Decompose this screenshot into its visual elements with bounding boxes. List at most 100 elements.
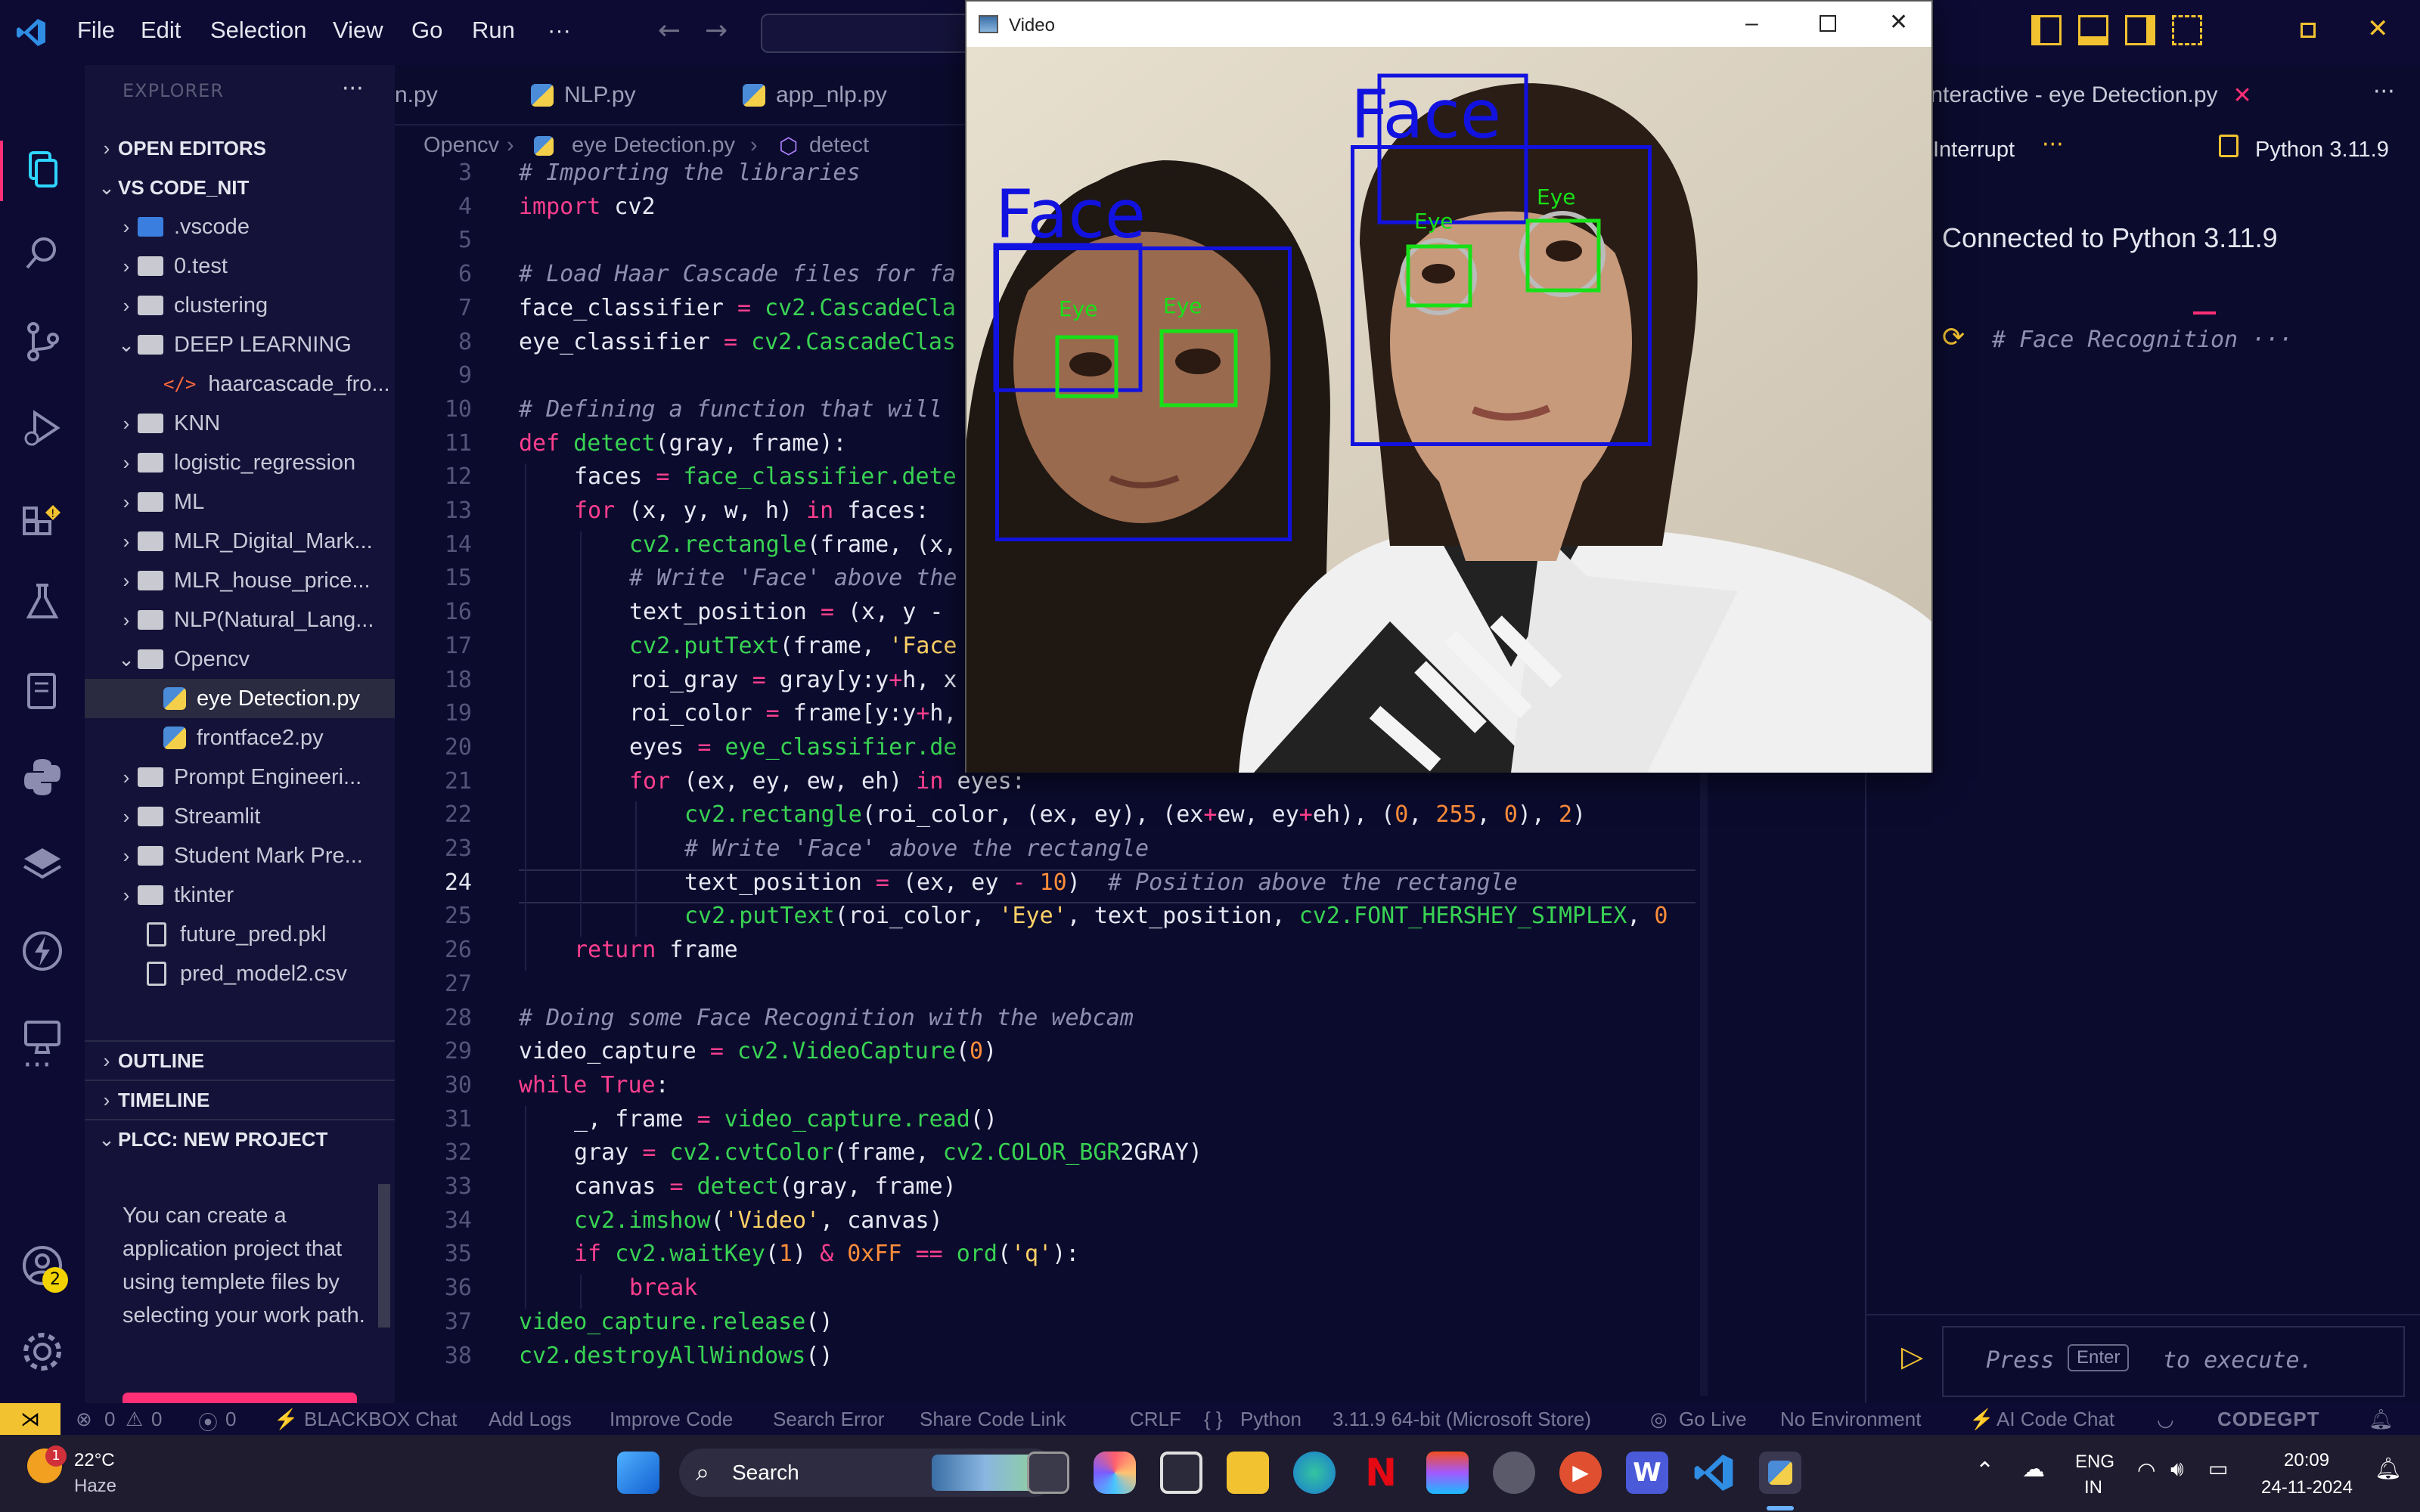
wifi-icon[interactable]: ◠ [2137, 1458, 2155, 1483]
maximize-icon[interactable] [1820, 15, 1836, 32]
plcc-button-edge[interactable] [123, 1393, 357, 1403]
section-outline[interactable]: › OUTLINE [85, 1040, 395, 1080]
code-line[interactable]: 29 video_capture = cv2.VideoCapture(0) [395, 1038, 1696, 1072]
minimize-icon[interactable]: – [1745, 11, 1758, 36]
code-line[interactable]: 27 [395, 971, 1696, 1005]
toggle-panel-icon[interactable] [2078, 15, 2108, 45]
kernel-picker[interactable]: Python 3.11.9 [2255, 138, 2389, 163]
layers-icon[interactable] [20, 842, 65, 888]
interactive-input[interactable]: Press Enter to execute. [1942, 1326, 2405, 1397]
ai-code-chat[interactable]: AI Code Chat [1996, 1408, 2114, 1431]
explorer-more-icon[interactable]: ··· [342, 76, 364, 102]
show-hidden-icons-chevron-icon[interactable]: ⌃ [1975, 1458, 1994, 1484]
add-logs[interactable]: Add Logs [489, 1408, 572, 1431]
tab-editor[interactable]: n.py [395, 65, 508, 125]
source-control-icon[interactable] [20, 319, 65, 364]
microsoft-store-icon[interactable] [1160, 1452, 1202, 1494]
menu-more[interactable]: ··· [548, 17, 571, 44]
close-tab-icon[interactable]: ✕ [2233, 82, 2252, 109]
sidebar-scrollbar[interactable] [378, 1184, 390, 1328]
tree-item-active-file[interactable]: eye Detection.py [85, 679, 395, 718]
command-center-search[interactable] [761, 14, 973, 53]
code-line[interactable]: 23 # Write 'Face' above the rectangle [395, 835, 1696, 869]
environment[interactable]: No Environment [1780, 1408, 1921, 1431]
clock-time[interactable]: 20:09 [2284, 1450, 2329, 1471]
tree-item-folder-open[interactable]: ⌄ DEEP LEARNING [85, 325, 395, 364]
taskbar-search[interactable]: ⌕ Search [679, 1448, 1057, 1497]
vscode-taskbar-icon[interactable] [1692, 1452, 1735, 1494]
code-line[interactable]: 32 gray = cv2.cvtColor(frame, cv2.COLOR_B… [395, 1139, 1696, 1174]
media-player-icon[interactable]: ▶ [1559, 1452, 1602, 1494]
blackbox-chat[interactable]: BLACKBOX Chat [304, 1408, 457, 1431]
section-open-editors[interactable]: › OPEN EDITORS [85, 129, 395, 168]
tree-item-folder-open[interactable]: ⌄ Opencv [85, 640, 395, 679]
edge-browser-icon[interactable] [1293, 1452, 1336, 1494]
video-title-bar[interactable]: Video – ✕ [966, 2, 1931, 47]
netflix-icon[interactable]: N [1360, 1452, 1402, 1494]
refresh-cell-icon[interactable]: ⟳ [1942, 322, 1965, 353]
code-line[interactable]: 33 canvas = detect(gray, frame) [395, 1173, 1696, 1207]
code-line[interactable]: 38 cv2.destroyAllWindows() [395, 1343, 1696, 1377]
tree-item-folder[interactable]: › Streamlit [85, 797, 395, 836]
tab-editor[interactable]: app_nlp.py [712, 65, 924, 125]
breadcrumb-file[interactable]: eye Detection.py [572, 133, 735, 158]
back-arrow-icon[interactable]: ← [658, 15, 681, 46]
webex-icon[interactable]: W [1626, 1452, 1668, 1494]
video-window[interactable]: Video – ✕ Face Face Eye Eye Eye Eye [965, 0, 1933, 773]
cell-preview[interactable]: # Face Recognition ··· [1992, 327, 2292, 353]
file-explorer-icon[interactable] [1227, 1452, 1269, 1494]
tree-item-folder[interactable]: › ML [85, 482, 395, 522]
tab-editor[interactable]: NLP.py [508, 65, 712, 125]
forward-arrow-icon[interactable]: → [705, 15, 728, 46]
improve-code[interactable]: Improve Code [610, 1408, 733, 1431]
tree-item-folder[interactable]: › Student Mark Pre... [85, 836, 395, 875]
tree-item-folder[interactable]: › MLR_Digital_Mark... [85, 522, 395, 561]
ports-count[interactable]: 0 [225, 1408, 236, 1431]
menu-edit[interactable]: Edit [141, 17, 181, 44]
code-line[interactable]: 34 cv2.imshow('Video', canvas) [395, 1207, 1696, 1241]
code-line[interactable]: 37 video_capture.release() [395, 1309, 1696, 1343]
testing-flask-icon[interactable] [20, 579, 65, 624]
search-icon[interactable] [20, 231, 65, 277]
tree-item-file[interactable]: future_pred.pkl [85, 915, 395, 954]
search-error[interactable]: Search Error [773, 1408, 884, 1431]
run-debug-icon[interactable] [20, 405, 65, 451]
menu-file[interactable]: File [77, 17, 115, 44]
toggle-primary-sidebar-icon[interactable] [2031, 15, 2062, 45]
warning-icon[interactable]: ⚠ [126, 1408, 143, 1431]
tree-item-folder[interactable]: › 0.test [85, 246, 395, 286]
code-line[interactable]: 21 for (ex, ey, ew, eh) in eyes: [395, 767, 1696, 802]
error-count[interactable]: 0 [104, 1408, 115, 1431]
lightning-icon[interactable] [20, 928, 65, 974]
python-video-taskbar-icon[interactable] [1759, 1452, 1801, 1494]
code-line[interactable]: 36 break [395, 1275, 1696, 1309]
tree-item-folder[interactable]: › logistic_regression [85, 443, 395, 482]
error-icon[interactable]: ⊗ [76, 1408, 92, 1431]
tree-item-file[interactable]: </> haarcascade_fro... [85, 364, 395, 404]
tree-item-folder[interactable]: › NLP(Natural_Lang... [85, 600, 395, 640]
panel-more-icon[interactable]: ··· [2373, 79, 2395, 105]
ports-icon[interactable]: ⦿ [198, 1408, 218, 1436]
settings-gear-icon[interactable] [20, 1329, 65, 1374]
remote-indicator-icon[interactable]: ⋊ [0, 1403, 60, 1435]
warning-count[interactable]: 0 [151, 1408, 162, 1431]
language-mode[interactable]: Python [1240, 1408, 1302, 1431]
tree-item-file[interactable]: pred_model2.csv [85, 954, 395, 993]
extensions-icon[interactable]: ! [20, 493, 65, 538]
tree-item-folder[interactable]: › MLR_house_price... [85, 561, 395, 600]
tree-item-folder[interactable]: › clustering [85, 286, 395, 325]
breadcrumb-symbol[interactable]: detect [809, 133, 869, 158]
breadcrumb-folder[interactable]: Opencv [424, 133, 499, 158]
code-line[interactable]: 28 # Doing some Face Recognition with the… [395, 1005, 1696, 1039]
code-line[interactable]: 30 while True: [395, 1072, 1696, 1106]
input-language[interactable]: ENG [2075, 1452, 2114, 1473]
settings-app-icon[interactable] [1493, 1452, 1535, 1494]
section-plcc[interactable]: ⌄ PLCC: NEW PROJECT [85, 1119, 395, 1158]
task-view-icon[interactable] [1027, 1452, 1069, 1494]
tree-item-vscode[interactable]: › .vscode [85, 207, 395, 246]
more-views-icon[interactable]: ··· [23, 1048, 51, 1083]
menu-view[interactable]: View [333, 17, 383, 44]
input-region[interactable]: IN [2084, 1477, 2102, 1498]
customize-layout-icon[interactable] [2172, 15, 2202, 45]
codegpt-label[interactable]: CODEGPT [2217, 1408, 2320, 1431]
